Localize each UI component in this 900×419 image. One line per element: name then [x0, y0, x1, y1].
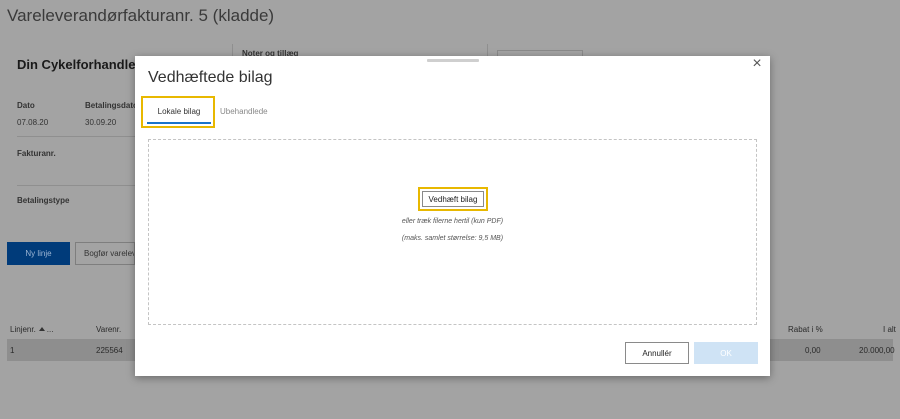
size-hint: (maks. samlet størrelse: 9,5 MB) [401, 235, 504, 242]
divider [232, 44, 233, 56]
divider [487, 44, 488, 56]
post-invoice-button[interactable]: Bogfør varelev [75, 242, 135, 265]
cell-discount: 0,00 [805, 346, 821, 355]
cancel-button[interactable]: Annullér [625, 342, 689, 364]
cell-line-number: 1 [10, 346, 15, 355]
modal-title: Vedhæftede bilag [148, 69, 273, 86]
divider [17, 185, 135, 186]
active-tab-indicator [147, 122, 211, 124]
ok-button[interactable]: OK [694, 342, 758, 364]
divider [17, 136, 135, 137]
cell-item-number: 225564 [96, 346, 123, 355]
header-total[interactable]: I alt [883, 325, 896, 334]
due-date-label: Betalingsdato [85, 101, 138, 110]
vendor-name: Din Cykelforhandler [17, 57, 141, 72]
header-line-number-label: Linjenr. [10, 325, 36, 334]
header-item-number[interactable]: Varenr. [96, 325, 121, 334]
attach-file-button[interactable]: Vedhæft bilag [422, 191, 484, 207]
file-dropzone[interactable] [148, 139, 757, 325]
tab-local-attachments[interactable]: Lokale bilag [147, 98, 211, 124]
new-line-button[interactable]: Ny linje [7, 242, 70, 265]
payment-type-label: Betalingstype [17, 196, 70, 205]
invoice-number-label: Fakturanr. [17, 149, 56, 158]
date-value: 07.08.20 [17, 118, 49, 127]
drag-handle[interactable] [427, 59, 479, 62]
attachments-modal: × Vedhæftede bilag Lokale bilag Ubehandl… [135, 56, 770, 376]
header-discount[interactable]: Rabat i % [788, 325, 823, 334]
close-icon[interactable]: × [750, 56, 764, 72]
header-more: ... [46, 325, 54, 334]
cell-total: 20.000,00 [859, 346, 895, 355]
tab-unprocessed[interactable]: Ubehandlede [220, 107, 268, 116]
date-label: Dato [17, 101, 35, 110]
header-line-number[interactable]: Linjenr.... [10, 325, 53, 334]
page-title: Vareleverandørfakturanr. 5 (kladde) [7, 6, 275, 25]
sort-asc-icon[interactable] [38, 327, 45, 332]
due-date-value: 30.09.20 [85, 118, 117, 127]
drag-hint: eller træk filerne hertil (kun PDF) [401, 218, 504, 225]
